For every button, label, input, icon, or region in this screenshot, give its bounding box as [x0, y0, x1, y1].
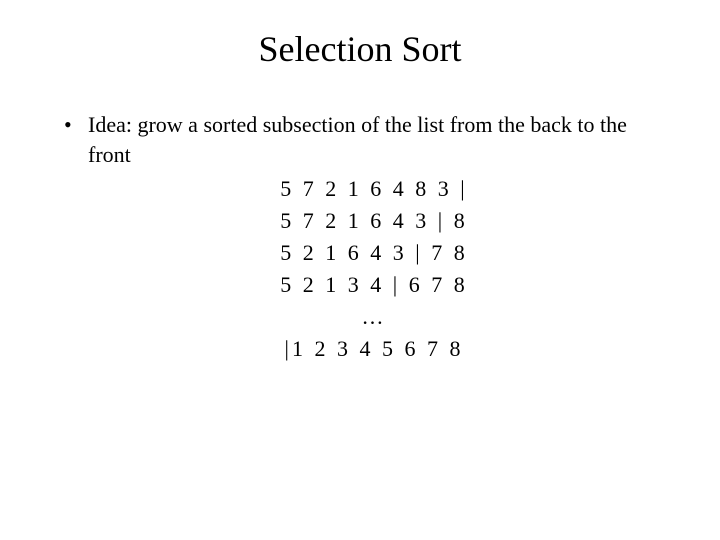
step-line: |1 2 3 4 5 6 7 8 — [88, 333, 660, 365]
bullet-list: Idea: grow a sorted subsection of the li… — [60, 110, 660, 365]
step-line: … — [88, 301, 660, 333]
step-line: 5 2 1 6 4 3 | 7 8 — [88, 237, 660, 269]
bullet-text: Idea: grow a sorted subsection of the li… — [88, 112, 627, 167]
step-line: 5 7 2 1 6 4 3 | 8 — [88, 205, 660, 237]
step-line: 5 7 2 1 6 4 8 3 | — [88, 173, 660, 205]
slide: Selection Sort Idea: grow a sorted subse… — [0, 0, 720, 540]
sort-steps: 5 7 2 1 6 4 8 3 | 5 7 2 1 6 4 3 | 8 5 2 … — [88, 173, 660, 364]
slide-body: Idea: grow a sorted subsection of the li… — [0, 90, 720, 365]
slide-title: Selection Sort — [0, 0, 720, 90]
bullet-item: Idea: grow a sorted subsection of the li… — [60, 110, 660, 365]
step-line: 5 2 1 3 4 | 6 7 8 — [88, 269, 660, 301]
